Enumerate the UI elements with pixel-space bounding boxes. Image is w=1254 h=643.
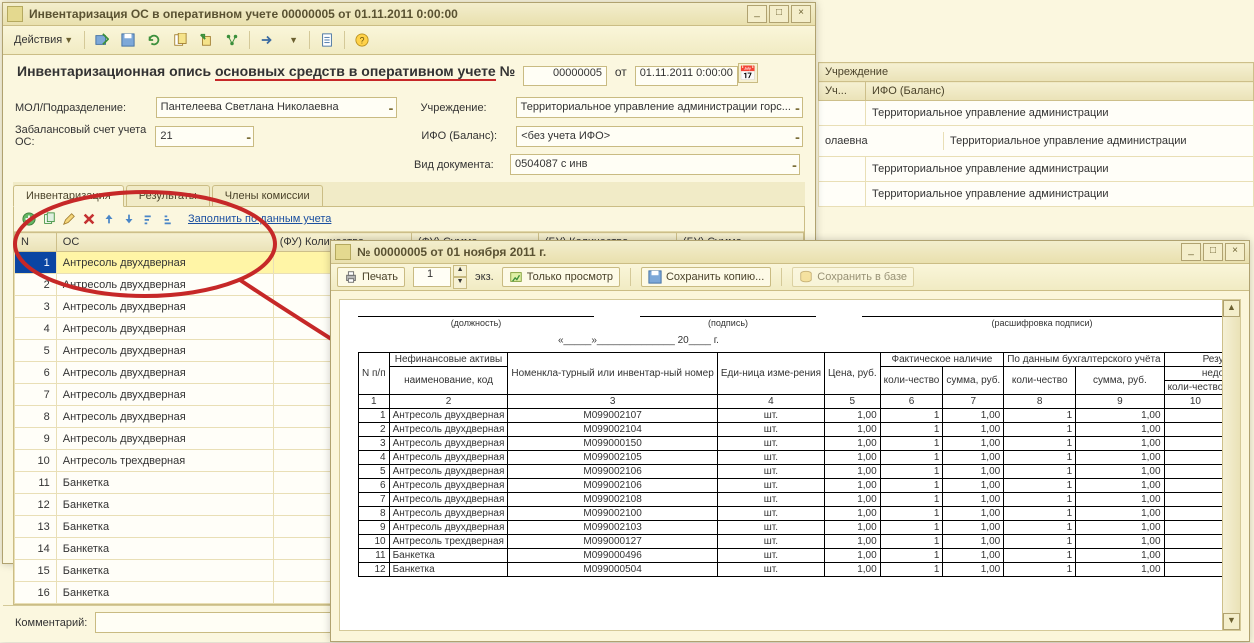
- delete-row-icon[interactable]: [80, 210, 98, 228]
- ifo-input[interactable]: <без учета ИФО>...: [516, 126, 803, 147]
- col-header[interactable]: ОС: [56, 233, 273, 252]
- report-row: 3Антресоль двухдвернаяМ099000150шт.1,001…: [359, 437, 1242, 451]
- picker-button[interactable]: ...: [246, 127, 249, 146]
- report-row: 12БанкеткаМ099000504шт.1,0011,0011,00: [359, 563, 1242, 577]
- report-row: 9Антресоль двухдвернаяМ099002103шт.1,001…: [359, 521, 1242, 535]
- copy-row-icon[interactable]: [40, 210, 58, 228]
- peek-header-ifo: ИФО (Баланс): [866, 82, 1254, 101]
- create-based-icon[interactable]: [195, 29, 217, 51]
- maximize-button[interactable]: □: [1203, 243, 1223, 261]
- tab-results[interactable]: Результаты: [126, 185, 210, 206]
- offbal-input[interactable]: 21...: [155, 126, 254, 147]
- report-scrollbar[interactable]: ▲ ▼: [1222, 300, 1240, 630]
- peek-header-short: Уч...: [819, 82, 866, 101]
- page-heading: Инвентаризационная опись основных средст…: [3, 55, 815, 94]
- doc-number-input[interactable]: 00000005: [523, 66, 607, 86]
- sig-name-label: (расшифровка подписи): [862, 317, 1222, 330]
- mol-input[interactable]: Пантелеева Светлана Николаевна...: [156, 97, 397, 118]
- move-up-icon[interactable]: [100, 210, 118, 228]
- add-row-icon[interactable]: [20, 210, 38, 228]
- copies-label: экз.: [475, 271, 494, 283]
- edit-row-icon[interactable]: [60, 210, 78, 228]
- report-row: 4Антресоль двухдвернаяМ099002105шт.1,001…: [359, 451, 1242, 465]
- refresh-icon[interactable]: [143, 29, 165, 51]
- go-icon[interactable]: [256, 29, 278, 51]
- report-row: 5Антресоль двухдвернаяМ099002106шт.1,001…: [359, 465, 1242, 479]
- tree-icon[interactable]: [221, 29, 243, 51]
- report-title: № 00000005 от 01 ноября 2011 г.: [357, 245, 1179, 259]
- save-icon[interactable]: [117, 29, 139, 51]
- report-row: 1Антресоль двухдвернаяМ099002107шт.1,001…: [359, 409, 1242, 423]
- report-row: 7Антресоль двухдвернаяМ099002108шт.1,001…: [359, 493, 1242, 507]
- copies-input[interactable]: 1: [413, 267, 451, 287]
- offbal-label: Забалансовый счет учета ОС:: [15, 124, 155, 148]
- calendar-button[interactable]: 📅: [738, 63, 758, 83]
- base-doc-icon[interactable]: [169, 29, 191, 51]
- report-row: 6Антресоль двухдвернаяМ099002106шт.1,001…: [359, 479, 1242, 493]
- print-button[interactable]: Печать: [337, 267, 405, 287]
- scroll-down-button[interactable]: ▼: [1223, 613, 1240, 630]
- actions-menu[interactable]: Действия▼: [9, 31, 78, 49]
- copies-down[interactable]: ▼: [453, 277, 467, 289]
- scroll-up-button[interactable]: ▲: [1223, 300, 1240, 317]
- save-copy-button[interactable]: Сохранить копию...: [641, 267, 771, 287]
- fill-from-account-link[interactable]: Заполнить по данным учета: [188, 213, 331, 225]
- move-down-icon[interactable]: [120, 210, 138, 228]
- grid-toolbar: Заполнить по данным учета: [14, 207, 804, 232]
- adjacent-grid: Учреждение Уч... ИФО (Баланс) Территориа…: [818, 62, 1254, 207]
- tab-inventory[interactable]: Инвентаризация: [13, 185, 124, 207]
- sig-sign-label: (подпись): [640, 317, 816, 330]
- org-label: Учреждение:: [421, 102, 516, 114]
- picker-button[interactable]: ...: [792, 155, 795, 174]
- help-icon[interactable]: ?: [351, 29, 373, 51]
- report-row: 8Антресоль двухдвернаяМ099002100шт.1,001…: [359, 507, 1242, 521]
- sort-desc-icon[interactable]: [160, 210, 178, 228]
- go-dropdown[interactable]: ▼: [282, 32, 303, 48]
- sort-asc-icon[interactable]: [140, 210, 158, 228]
- svg-text:?: ?: [360, 36, 365, 46]
- close-button[interactable]: ×: [791, 5, 811, 23]
- tab-commission[interactable]: Члены комиссии: [212, 185, 323, 206]
- mol-label: МОЛ/Подразделение:: [15, 102, 156, 114]
- report-body[interactable]: (должность) (подпись) (расшифровка подпи…: [339, 299, 1241, 631]
- peek-cell: Территориальное управление администрации: [866, 101, 1254, 126]
- org-input[interactable]: Территориальное управление администрации…: [516, 97, 803, 118]
- tabs-bar: Инвентаризация Результаты Члены комиссии: [13, 182, 805, 207]
- report-row: 2Антресоль двухдвернаяМ099002104шт.1,001…: [359, 423, 1242, 437]
- minimize-button[interactable]: _: [747, 5, 767, 23]
- report-row: 11БанкеткаМ099000496шт.1,0011,0011,00: [359, 549, 1242, 563]
- doc-date-input[interactable]: 01.11.2011 0:00:00: [635, 66, 738, 86]
- report-icon[interactable]: [316, 29, 338, 51]
- doctype-input[interactable]: 0504087 с инв...: [510, 154, 800, 175]
- picker-button[interactable]: ...: [795, 127, 798, 146]
- ifo-label: ИФО (Баланс):: [421, 130, 516, 142]
- col-header[interactable]: N: [15, 233, 57, 252]
- doctype-label: Вид документа:: [414, 159, 510, 171]
- maximize-button[interactable]: □: [769, 5, 789, 23]
- post-and-close-icon[interactable]: [91, 29, 113, 51]
- comment-label: Комментарий:: [15, 617, 87, 629]
- window-icon: [7, 6, 23, 22]
- report-toolbar: Печать 1 ▲▼ экз. Только просмотр Сохрани…: [331, 264, 1249, 291]
- report-window: № 00000005 от 01 ноября 2011 г. _ □ × Пе…: [330, 240, 1250, 642]
- window-icon: [335, 244, 351, 260]
- minimize-button[interactable]: _: [1181, 243, 1201, 261]
- window-title: Инвентаризация ОС в оперативном учете 00…: [29, 7, 745, 21]
- main-toolbar: Действия▼ ▼ ?: [3, 26, 815, 55]
- preview-toggle-button[interactable]: Только просмотр: [502, 267, 620, 287]
- save-db-button[interactable]: Сохранить в базе: [792, 267, 914, 287]
- picker-button[interactable]: ...: [795, 98, 798, 117]
- picker-button[interactable]: ...: [388, 98, 391, 117]
- report-table: N п/пНефинансовые активыНоменкла-турный …: [358, 352, 1241, 577]
- copies-up[interactable]: ▲: [453, 265, 467, 277]
- peek-header-org: Учреждение: [819, 63, 1254, 82]
- main-titlebar[interactable]: Инвентаризация ОС в оперативном учете 00…: [3, 3, 815, 26]
- close-button[interactable]: ×: [1225, 243, 1245, 261]
- report-row: 10Антресоль трехдвернаяМ099000127шт.1,00…: [359, 535, 1242, 549]
- report-titlebar[interactable]: № 00000005 от 01 ноября 2011 г. _ □ ×: [331, 241, 1249, 264]
- sig-position-label: (должность): [358, 317, 594, 330]
